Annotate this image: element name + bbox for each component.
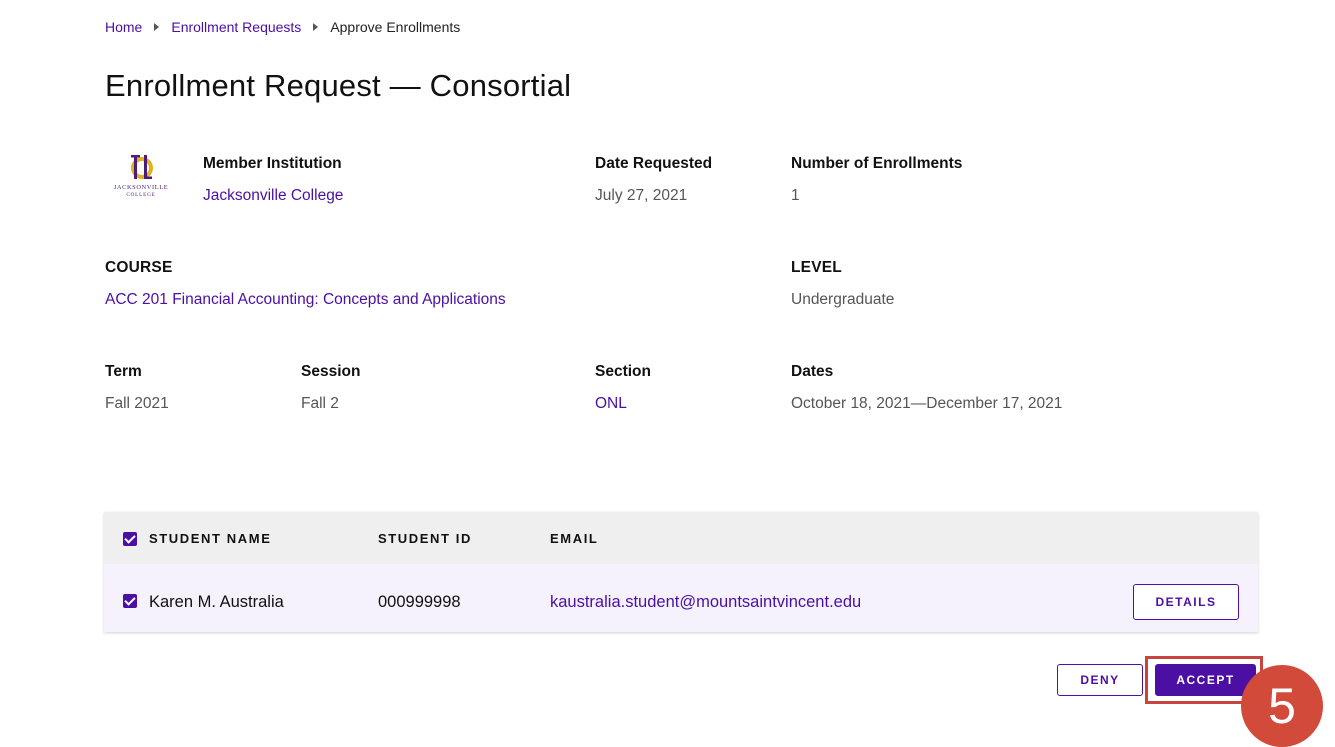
step-number-badge: 5 <box>1241 665 1323 747</box>
chevron-right-icon <box>313 23 319 31</box>
number-of-enrollments-value: 1 <box>791 187 800 204</box>
course-label: COURSE <box>105 259 173 276</box>
number-of-enrollments-field: Number of Enrollments 1 <box>791 155 962 205</box>
term-field: Term Fall 2021 <box>105 363 169 413</box>
date-requested-label: Date Requested <box>595 155 713 172</box>
dates-field: Dates October 18, 2021—December 17, 2021 <box>791 363 1062 413</box>
dates-value: October 18, 2021—December 17, 2021 <box>791 395 1063 412</box>
section-link[interactable]: ONL <box>595 395 651 413</box>
level-label: LEVEL <box>791 259 842 276</box>
course-field: COURSE ACC 201 Financial Accounting: Con… <box>105 259 506 309</box>
section-label: Section <box>595 363 651 380</box>
level-value: Undergraduate <box>791 291 895 308</box>
section-field: Section ONL <box>595 363 651 413</box>
institution-logo: JACKSONVILLE COLLEGE <box>106 152 176 204</box>
breadcrumb: Home Enrollment Requests Approve Enrollm… <box>105 19 460 35</box>
course-link[interactable]: ACC 201 Financial Accounting: Concepts a… <box>105 291 506 309</box>
table-header: STUDENT NAME STUDENT ID EMAIL <box>104 512 1258 564</box>
member-institution-label: Member Institution <box>203 155 342 172</box>
student-id: 000999998 <box>378 593 461 611</box>
student-email-link[interactable]: kaustralia.student@mountsaintvincent.edu <box>550 593 861 612</box>
column-header-email[interactable]: EMAIL <box>550 531 598 546</box>
level-field: LEVEL Undergraduate <box>791 259 894 309</box>
deny-button[interactable]: DENY <box>1057 664 1143 696</box>
session-field: Session Fall 2 <box>301 363 360 413</box>
dates-label: Dates <box>791 363 834 380</box>
select-all-checkbox[interactable] <box>123 532 137 546</box>
logo-text-top: JACKSONVILLE <box>114 184 168 191</box>
member-institution-field: Member Institution Jacksonville College <box>203 155 343 205</box>
row-checkbox[interactable] <box>123 594 137 608</box>
logo-text-bottom: COLLEGE <box>126 192 155 198</box>
students-table: STUDENT NAME STUDENT ID EMAIL Karen M. A… <box>104 512 1258 632</box>
number-of-enrollments-label: Number of Enrollments <box>791 155 963 172</box>
term-value: Fall 2021 <box>105 395 169 412</box>
date-requested-value: July 27, 2021 <box>595 187 688 204</box>
student-name: Karen M. Australia <box>149 593 284 611</box>
page-title: Enrollment Request — Consortial <box>105 68 572 103</box>
table-row: Karen M. Australia 000999998 kaustralia.… <box>104 564 1258 632</box>
breadcrumb-home-link[interactable]: Home <box>105 19 142 35</box>
date-requested-field: Date Requested July 27, 2021 <box>595 155 712 205</box>
column-header-student-id[interactable]: STUDENT ID <box>378 531 472 546</box>
session-value: Fall 2 <box>301 395 339 412</box>
session-label: Session <box>301 363 361 380</box>
column-header-student-name[interactable]: STUDENT NAME <box>149 531 271 546</box>
breadcrumb-enrollment-requests-link[interactable]: Enrollment Requests <box>171 19 301 35</box>
details-button[interactable]: DETAILS <box>1133 584 1239 620</box>
term-label: Term <box>105 363 142 380</box>
member-institution-link[interactable]: Jacksonville College <box>203 187 343 205</box>
chevron-right-icon <box>154 23 160 31</box>
breadcrumb-current: Approve Enrollments <box>330 19 461 35</box>
